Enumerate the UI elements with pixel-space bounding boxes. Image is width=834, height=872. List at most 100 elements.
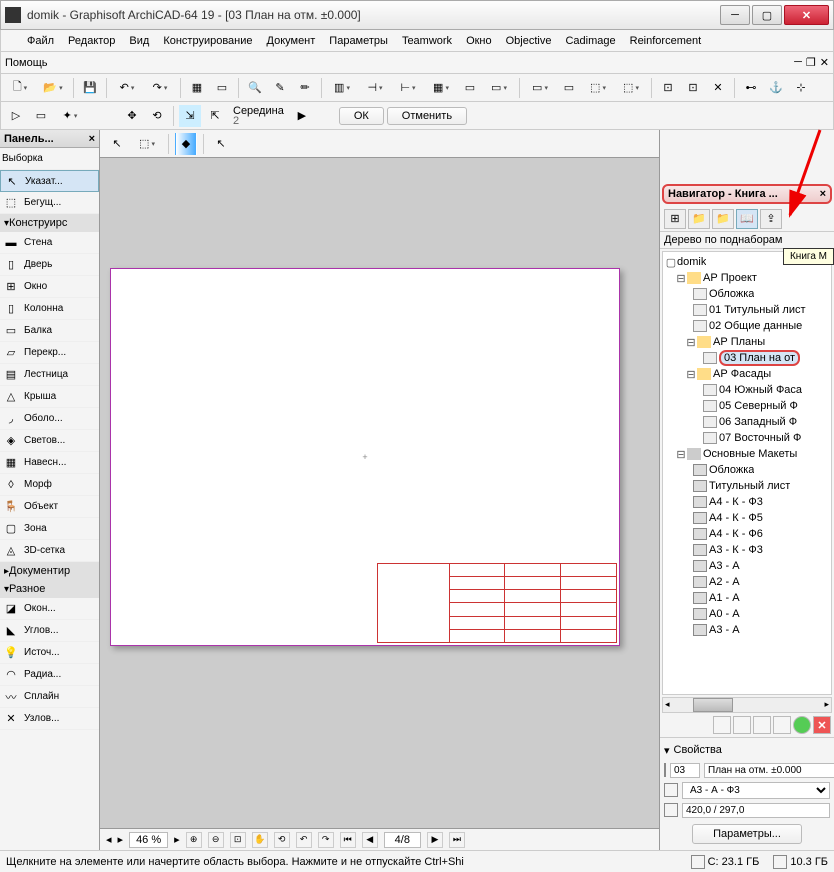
toolbox-close-icon[interactable]: × <box>89 133 95 145</box>
next-view-icon[interactable]: ↷ <box>318 832 334 848</box>
tree-plans[interactable]: АР Планы <box>713 336 765 348</box>
menu-options[interactable]: Параметры <box>323 33 394 49</box>
tree-item-selected[interactable]: 03 План на от <box>719 350 800 366</box>
tree-item[interactable]: А3 - А <box>709 560 740 572</box>
layers-button[interactable]: ▦ <box>186 77 208 99</box>
prev-page-icon[interactable]: ◀ <box>362 832 378 848</box>
tool-window[interactable]: ⊞Окно <box>0 276 99 298</box>
tool-roof[interactable]: △Крыша <box>0 386 99 408</box>
dim-button[interactable]: ⊣ <box>360 77 390 99</box>
menu-edit[interactable]: Редактор <box>62 33 121 49</box>
nav-tab-layout[interactable]: 📁 <box>712 209 734 229</box>
group-construction[interactable]: Конструирс <box>0 214 99 232</box>
eyedropper-button[interactable]: ✎ <box>269 77 291 99</box>
tree-item[interactable]: 02 Общие данные <box>709 320 802 332</box>
minimize-button[interactable]: ─ <box>720 5 750 25</box>
tree-item[interactable]: 05 Северный Ф <box>719 400 798 412</box>
tree-item[interactable]: А4 - К - Ф6 <box>709 528 763 540</box>
mdi-restore-icon[interactable]: ❐ <box>806 56 816 69</box>
print-button[interactable]: ▭ <box>211 77 233 99</box>
tool-hotspot[interactable]: ✕Узлов... <box>0 708 99 730</box>
tool-arrow[interactable]: ↖ Указат... <box>0 170 99 192</box>
ok-button[interactable]: ОК <box>339 107 384 125</box>
first-page-icon[interactable]: ⏮ <box>340 832 356 848</box>
new-button[interactable]: 🗋 <box>5 77 35 99</box>
fill-tool[interactable]: ◆ <box>175 133 197 155</box>
distribute-button[interactable]: ⇱ <box>204 105 226 127</box>
rect-mode-button[interactable]: ▭ <box>30 105 52 127</box>
navigator-mode-dropdown[interactable]: Дерево по поднаборам <box>660 232 834 249</box>
next-page-icon[interactable]: ▶ <box>427 832 443 848</box>
tool-zone[interactable]: ▢Зона <box>0 518 99 540</box>
nav-new-subset-button[interactable] <box>753 716 771 734</box>
menu-document[interactable]: Документ <box>261 33 322 49</box>
measure-button[interactable]: ▭ <box>484 77 514 99</box>
cursor-tool[interactable]: ↖ <box>210 133 232 155</box>
tree-item[interactable]: А3 - А <box>709 624 740 636</box>
tree-facades[interactable]: АР Фасады <box>713 368 771 380</box>
zoom-in-icon[interactable]: ⊕ <box>186 832 202 848</box>
tree-item[interactable]: А4 - К - Ф3 <box>709 496 763 508</box>
nav-tab-project[interactable]: ⊞ <box>664 209 686 229</box>
suspend-button[interactable]: ⊡ <box>682 77 704 99</box>
zoom-level[interactable]: 46 % <box>129 832 168 848</box>
group-button[interactable]: ⊡ <box>657 77 679 99</box>
move-button[interactable]: ✥ <box>121 105 143 127</box>
save-button[interactable]: 💾 <box>79 77 101 99</box>
layout-name-field[interactable] <box>704 763 834 778</box>
mdi-min-icon[interactable]: ─ <box>794 56 802 69</box>
drawing-canvas[interactable]: + <box>100 158 659 828</box>
pan-icon[interactable]: ✋ <box>252 832 268 848</box>
zoom-fit-icon[interactable]: ⊡ <box>230 832 246 848</box>
menu-window[interactable]: Окно <box>460 33 498 49</box>
layout-id-field[interactable] <box>670 763 700 778</box>
tool-curtainwall[interactable]: ▦Навесн... <box>0 452 99 474</box>
mdi-close-icon[interactable]: ✕ <box>820 56 829 69</box>
tool-morph[interactable]: ◊Морф <box>0 474 99 496</box>
tree-master[interactable]: Основные Макеты <box>703 448 797 460</box>
tree-item[interactable]: 04 Южный Фаса <box>719 384 802 396</box>
view3d-button[interactable]: ▭ <box>525 77 555 99</box>
nav-tab-publish[interactable]: ⇪ <box>760 209 782 229</box>
tool-shell[interactable]: ◞Оболо... <box>0 408 99 430</box>
page-indicator[interactable]: 4/8 <box>384 832 421 848</box>
play-button[interactable]: ▶ <box>291 105 313 127</box>
align-button[interactable]: ⇲ <box>179 105 201 127</box>
layout-page[interactable]: + <box>110 268 620 646</box>
tool-stair[interactable]: ▤Лестница <box>0 364 99 386</box>
nav-new-master-button[interactable] <box>733 716 751 734</box>
menu-reinforcement[interactable]: Reinforcement <box>624 33 708 49</box>
open-button[interactable]: 📂 <box>38 77 68 99</box>
snap-button[interactable]: ⊢ <box>393 77 423 99</box>
tree-item[interactable]: Обложка <box>709 464 754 476</box>
parameters-button[interactable]: Параметры... <box>692 824 802 844</box>
group-misc[interactable]: Разное <box>0 580 99 598</box>
tool-wall[interactable]: ▬Стена <box>0 232 99 254</box>
tree-item[interactable]: Обложка <box>709 288 754 300</box>
find-button[interactable]: 🔍 <box>244 77 266 99</box>
ruler-button[interactable]: ▭ <box>459 77 481 99</box>
tool-corner[interactable]: ◣Углов... <box>0 620 99 642</box>
tool-lamp[interactable]: 💡Источ... <box>0 642 99 664</box>
nav-add-button[interactable] <box>793 716 811 734</box>
redo-button[interactable]: ↷ <box>145 77 175 99</box>
nav-update-button[interactable] <box>773 716 791 734</box>
nav-new-layout-button[interactable] <box>713 716 731 734</box>
tool-corner-window[interactable]: ◪Окон... <box>0 598 99 620</box>
nav-close-icon[interactable]: × <box>820 188 826 200</box>
maximize-button[interactable]: ▢ <box>752 5 782 25</box>
menu-teamwork[interactable]: Teamwork <box>396 33 458 49</box>
grid-button[interactable]: ▦ <box>426 77 456 99</box>
menu-view[interactable]: Вид <box>123 33 155 49</box>
tool-skylight[interactable]: ◈Светов... <box>0 430 99 452</box>
tree-item[interactable]: 06 Западный Ф <box>719 416 797 428</box>
group-document[interactable]: Документир <box>0 562 99 580</box>
orbit-icon[interactable]: ⟲ <box>274 832 290 848</box>
link-button[interactable]: ⊷ <box>740 77 762 99</box>
tree-item[interactable]: А0 - А <box>709 608 740 620</box>
floor-button[interactable]: ▭ <box>558 77 580 99</box>
pointer-tool[interactable]: ↖ <box>106 133 128 155</box>
trace-button[interactable]: ▥ <box>327 77 357 99</box>
menu-design[interactable]: Конструирование <box>157 33 258 49</box>
tree-project[interactable]: АР Проект <box>703 272 757 284</box>
